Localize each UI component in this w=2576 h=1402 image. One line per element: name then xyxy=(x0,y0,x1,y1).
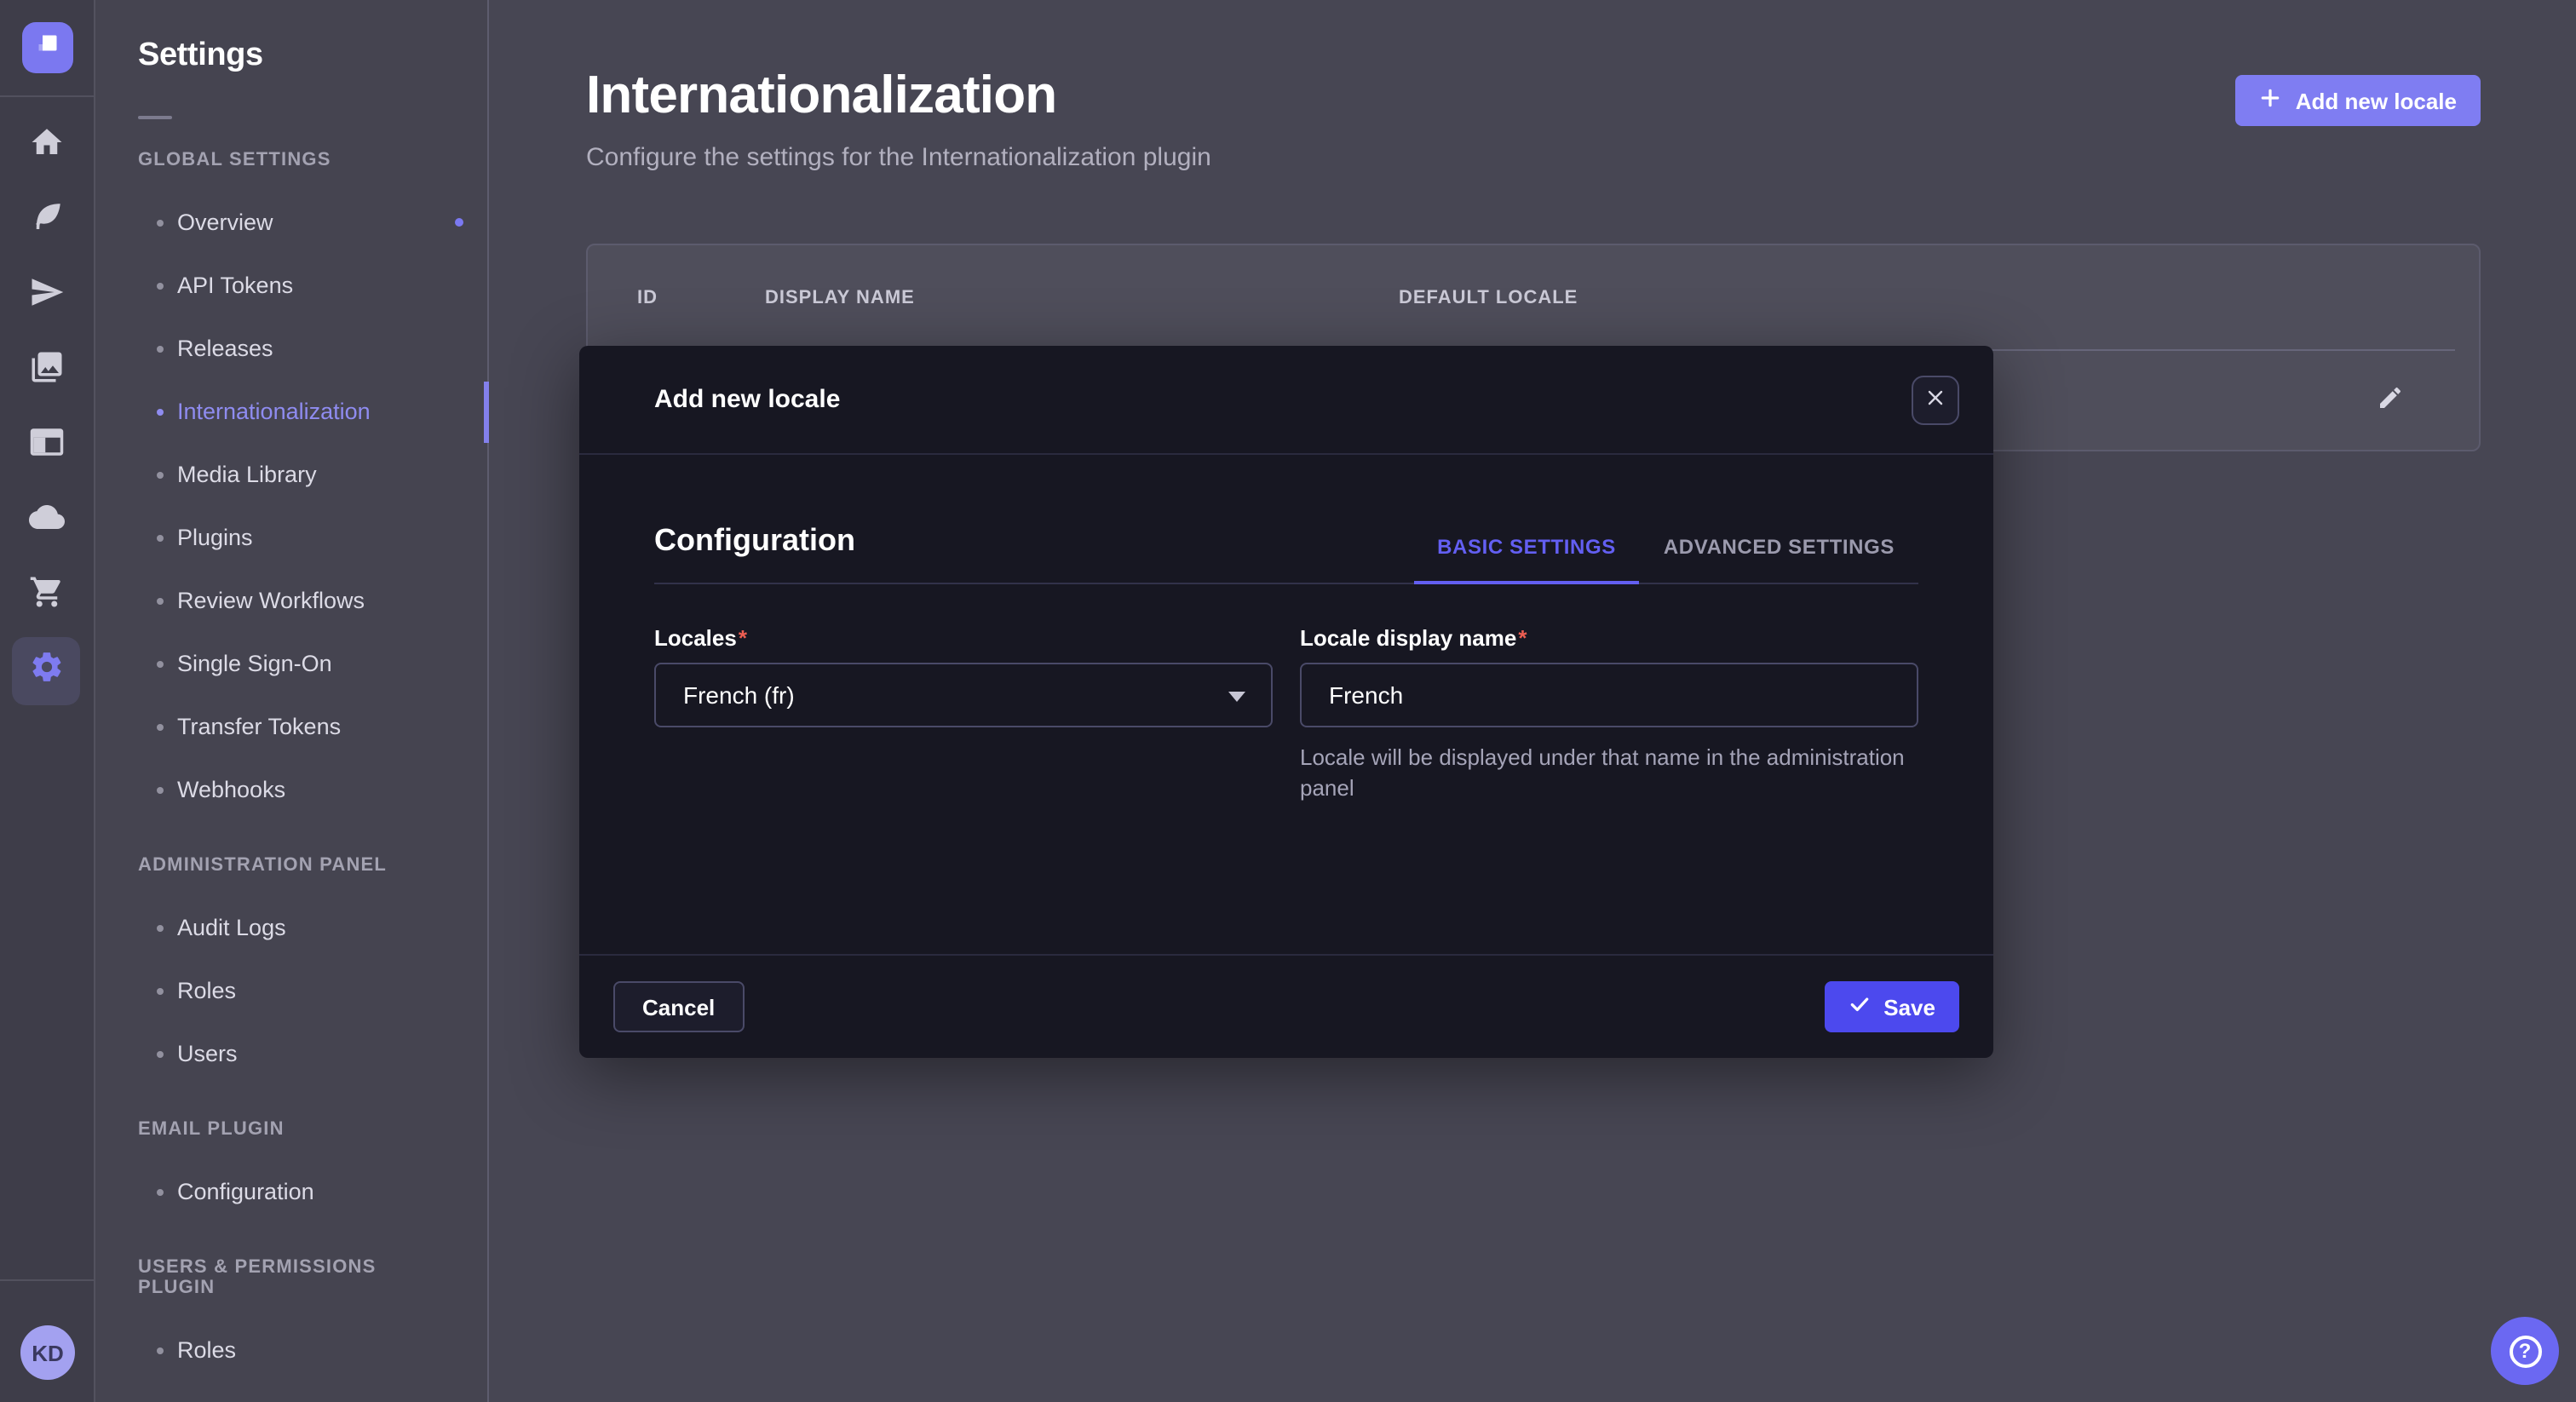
close-icon xyxy=(1925,387,1946,412)
chevron-down-icon xyxy=(1228,692,1245,702)
sidebar-title-divider xyxy=(138,116,172,119)
rail-item-marketplace[interactable] xyxy=(12,559,80,634)
modal-fields: Locales* French (fr) Locale display name… xyxy=(654,625,1918,802)
cloud-icon xyxy=(28,499,64,543)
display-name-hint: Locale will be displayed under that name… xyxy=(1300,743,1913,802)
gear-icon xyxy=(28,649,64,693)
rail-item-cloud[interactable] xyxy=(12,484,80,559)
modal-footer: Cancel Save xyxy=(579,954,1993,1058)
sidebar-item-releases[interactable]: Releases xyxy=(95,317,487,380)
section-administration-panel: ADMINISTRATION PANEL xyxy=(138,855,445,876)
sidebar-item-overview[interactable]: Overview xyxy=(95,191,487,254)
rail-nav xyxy=(0,109,92,709)
display-name-field: Locale display name* Locale will be disp… xyxy=(1300,625,1918,802)
modal-title: Add new locale xyxy=(654,385,840,414)
section-users-permissions-plugin: USERS & PERMISSIONS PLUGIN xyxy=(138,1257,445,1298)
pencil-icon xyxy=(2377,391,2404,417)
sidebar-item-admin-roles[interactable]: Roles xyxy=(95,959,487,1022)
tab-advanced-settings[interactable]: ADVANCED SETTINGS xyxy=(1640,535,1918,583)
required-marker: * xyxy=(739,625,747,651)
tab-basic-settings[interactable]: BASIC SETTINGS xyxy=(1413,535,1640,583)
modal-body: Configuration BASIC SETTINGS ADVANCED SE… xyxy=(579,523,1993,802)
rail-bottom-divider xyxy=(0,1279,94,1281)
configuration-header: Configuration BASIC SETTINGS ADVANCED SE… xyxy=(654,523,1918,584)
sidebar-item-single-sign-on[interactable]: Single Sign-On xyxy=(95,632,487,695)
section-email-plugin: EMAIL PLUGIN xyxy=(138,1119,445,1140)
paper-plane-icon xyxy=(28,274,64,319)
images-icon xyxy=(28,349,64,394)
column-id: ID xyxy=(637,287,658,307)
rail-item-media-library[interactable] xyxy=(12,334,80,409)
app-window: KD Settings GLOBAL SETTINGS Overview API… xyxy=(0,0,2576,1402)
cancel-button[interactable]: Cancel xyxy=(613,981,744,1032)
sidebar-title: Settings xyxy=(138,37,445,75)
modal-tabs: BASIC SETTINGS ADVANCED SETTINGS xyxy=(1413,535,1918,583)
rail-item-deploy[interactable] xyxy=(12,259,80,334)
sidebar-item-api-tokens[interactable]: API Tokens xyxy=(95,254,487,317)
page-title: Internationalization xyxy=(586,65,1056,126)
sidebar-item-up-providers[interactable]: Providers xyxy=(95,1382,487,1402)
sidebar-item-webhooks[interactable]: Webhooks xyxy=(95,758,487,821)
page-subtitle: Configure the settings for the Internati… xyxy=(586,143,1211,172)
home-icon xyxy=(28,124,64,169)
table-header-row: ID DISPLAY NAME DEFAULT LOCALE xyxy=(588,245,2479,349)
question-mark-icon: ? xyxy=(2509,1335,2541,1367)
edit-locale-button[interactable] xyxy=(2377,384,2404,417)
plus-icon xyxy=(2260,87,2282,114)
display-name-label: Locale display name* xyxy=(1300,625,1918,651)
layout-icon xyxy=(28,424,64,468)
active-indicator xyxy=(484,381,489,442)
icon-rail: KD xyxy=(0,0,95,1402)
add-new-locale-button[interactable]: Add new locale xyxy=(2236,75,2481,126)
modal-header: Add new locale xyxy=(579,346,1993,455)
settings-sidebar: Settings GLOBAL SETTINGS Overview API To… xyxy=(95,0,489,1402)
sidebar-item-up-roles[interactable]: Roles xyxy=(95,1319,487,1382)
required-marker: * xyxy=(1518,625,1527,651)
user-avatar[interactable]: KD xyxy=(20,1325,75,1380)
sidebar-item-review-workflows[interactable]: Review Workflows xyxy=(95,569,487,632)
locales-field: Locales* French (fr) xyxy=(654,625,1273,802)
strapi-logo-icon xyxy=(32,28,63,67)
sidebar-item-plugins[interactable]: Plugins xyxy=(95,506,487,569)
cart-icon xyxy=(28,574,64,618)
sidebar-item-admin-users[interactable]: Users xyxy=(95,1022,487,1085)
help-button[interactable]: ? xyxy=(2491,1317,2559,1385)
sidebar-item-email-configuration[interactable]: Configuration xyxy=(95,1160,487,1223)
column-display-name: DISPLAY NAME xyxy=(765,287,915,307)
sidebar-item-internationalization[interactable]: Internationalization xyxy=(95,380,487,443)
locales-select-value: French (fr) xyxy=(683,681,795,709)
add-locale-modal: Add new locale Configuration BASIC SETTI… xyxy=(579,346,1993,1058)
strapi-logo[interactable] xyxy=(22,22,73,73)
check-icon xyxy=(1848,993,1870,1020)
sidebar-item-media-library[interactable]: Media Library xyxy=(95,443,487,506)
modal-close-button[interactable] xyxy=(1912,375,1959,424)
section-global-settings: GLOBAL SETTINGS xyxy=(138,150,445,170)
locales-label: Locales* xyxy=(654,625,1273,651)
rail-item-content-type-builder[interactable] xyxy=(12,184,80,259)
save-button[interactable]: Save xyxy=(1824,981,1959,1032)
configuration-title: Configuration xyxy=(654,523,855,583)
rail-item-home[interactable] xyxy=(12,109,80,184)
column-default-locale: DEFAULT LOCALE xyxy=(1399,287,1578,307)
rail-item-content-manager[interactable] xyxy=(12,409,80,484)
locales-select[interactable]: French (fr) xyxy=(654,663,1273,727)
notification-dot xyxy=(455,217,463,226)
sidebar-item-transfer-tokens[interactable]: Transfer Tokens xyxy=(95,695,487,758)
rail-divider xyxy=(0,95,94,97)
feather-icon xyxy=(28,199,64,244)
rail-item-settings[interactable] xyxy=(12,637,80,705)
display-name-input[interactable] xyxy=(1300,663,1918,727)
sidebar-item-audit-logs[interactable]: Audit Logs xyxy=(95,896,487,959)
